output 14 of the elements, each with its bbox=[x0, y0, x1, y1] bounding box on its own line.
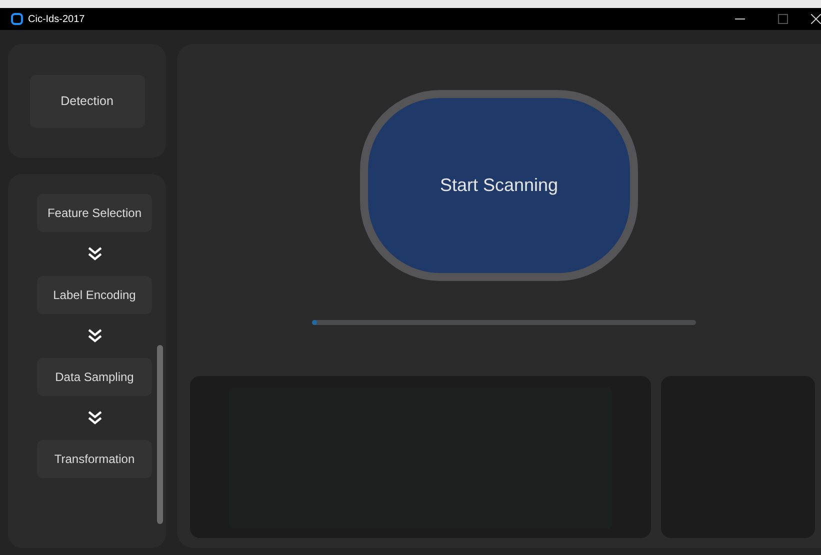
close-icon bbox=[811, 14, 821, 24]
pipeline-step-button[interactable]: Data Sampling bbox=[37, 358, 152, 396]
double-chevron-down-icon bbox=[86, 410, 102, 426]
double-chevron-down-icon bbox=[86, 328, 102, 344]
double-chevron-down-icon bbox=[86, 246, 102, 262]
pipeline-step-button[interactable]: Transformation bbox=[37, 440, 152, 478]
maximize-icon bbox=[778, 14, 788, 24]
pipeline-step-button[interactable]: Label Encoding bbox=[37, 276, 152, 314]
scrollbar[interactable] bbox=[157, 345, 163, 524]
start-scanning-button[interactable]: Start Scanning bbox=[360, 90, 638, 281]
app-icon bbox=[11, 13, 23, 25]
detection-button[interactable]: Detection bbox=[30, 74, 144, 128]
pipeline-step-button[interactable]: Feature Selection bbox=[37, 194, 152, 232]
window-title: Cic-Ids-2017 bbox=[28, 14, 86, 24]
